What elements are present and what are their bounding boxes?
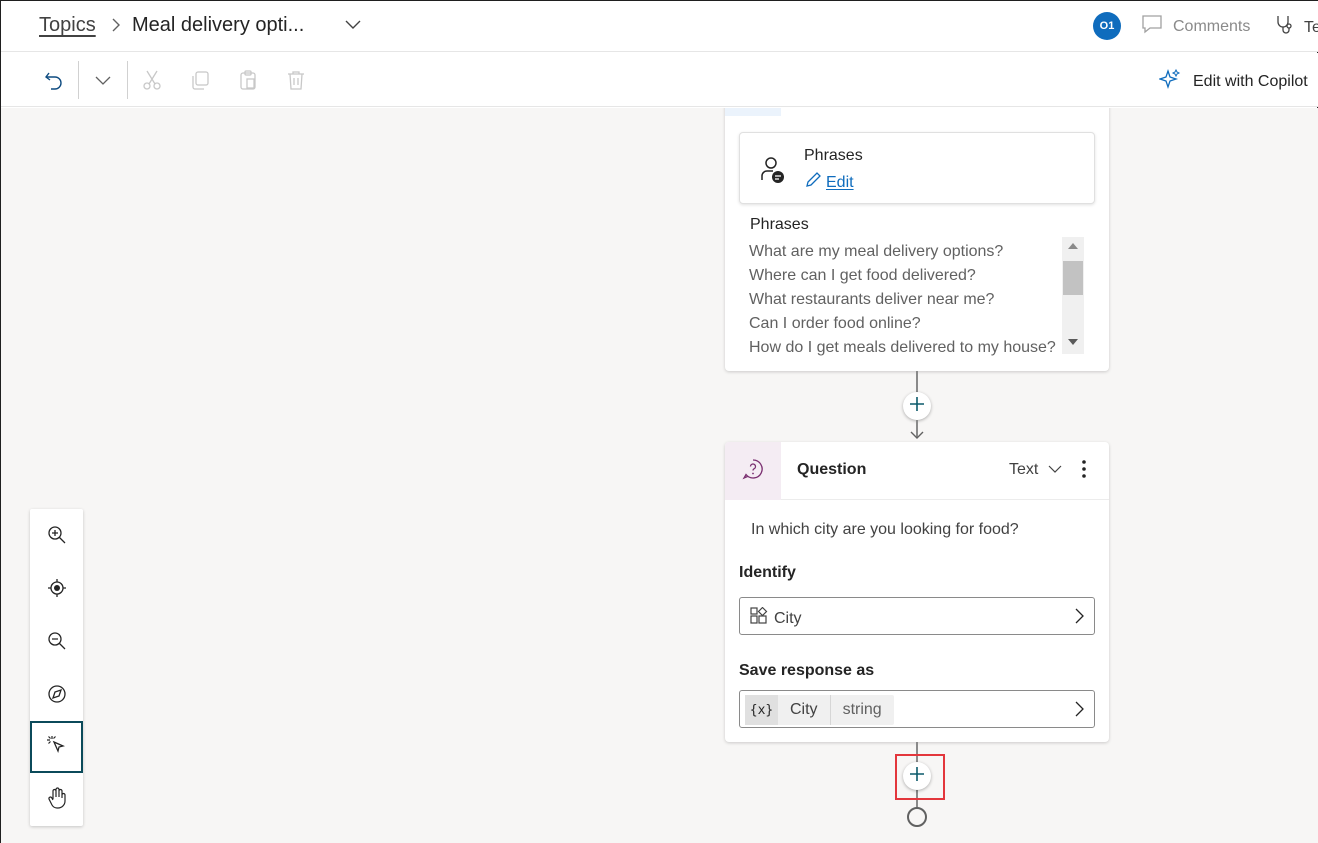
canvas-zoom-toolbar xyxy=(30,509,83,826)
question-title: Question xyxy=(797,461,867,478)
list-item: Can I order food online? xyxy=(749,315,921,332)
undo-icon[interactable] xyxy=(42,68,66,92)
edit-phrases-link[interactable]: Edit xyxy=(804,171,854,194)
comments-button[interactable]: Comments xyxy=(1141,14,1250,39)
question-node-card[interactable]: Question Text In which city are you look… xyxy=(725,442,1109,742)
variable-pill: {x} City string xyxy=(745,695,894,725)
breadcrumb-separator-icon xyxy=(110,17,122,38)
save-response-label: Save response as xyxy=(739,662,875,679)
zoom-out-button[interactable] xyxy=(30,617,83,669)
question-bubble-icon xyxy=(742,458,764,485)
zoom-out-icon xyxy=(47,631,67,656)
chevron-right-icon xyxy=(1074,701,1084,722)
sparkle-icon xyxy=(1157,68,1181,95)
question-icon-container xyxy=(725,442,781,500)
comments-label: Comments xyxy=(1173,17,1251,35)
topic-header: Topics Meal delivery opti... O1 Comments… xyxy=(1,1,1318,52)
zoom-in-button[interactable] xyxy=(30,511,83,563)
plus-icon xyxy=(909,396,925,417)
highlight-box xyxy=(895,754,945,800)
edit-with-copilot-label: Edit with Copilot xyxy=(1193,72,1308,90)
list-item: What are my meal delivery options? xyxy=(749,243,1004,260)
scroll-up-arrow-icon[interactable] xyxy=(1068,243,1078,249)
chevron-down-icon xyxy=(1048,461,1062,479)
chevron-down-icon[interactable] xyxy=(91,68,115,92)
variable-icon: {x} xyxy=(745,695,778,725)
question-type-dropdown[interactable]: Text xyxy=(1009,461,1062,479)
list-item: What restaurants deliver near me? xyxy=(749,291,995,308)
authoring-canvas[interactable]: Phrases Edit Phrases What are my meal de… xyxy=(1,108,1318,843)
variable-type: string xyxy=(842,701,882,718)
question-type-label: Text xyxy=(1009,461,1039,478)
toolbar-divider xyxy=(127,61,128,99)
target-icon xyxy=(47,578,67,603)
phrases-summary-box: Phrases Edit xyxy=(739,132,1095,204)
breadcrumb-topics-link[interactable]: Topics xyxy=(39,14,96,37)
compass-off-icon xyxy=(47,684,67,709)
chevron-right-icon xyxy=(1074,608,1084,629)
topic-dropdown-chevron-icon[interactable] xyxy=(344,17,362,36)
person-chat-icon xyxy=(760,156,786,189)
variable-name: City xyxy=(778,695,831,725)
end-node-circle xyxy=(907,807,927,827)
add-node-button[interactable] xyxy=(903,392,931,420)
identify-entity-field[interactable]: City xyxy=(739,597,1095,635)
hand-icon xyxy=(47,786,67,814)
test-label: Te xyxy=(1304,18,1318,36)
editor-toolbar: Edit with Copilot xyxy=(1,53,1318,107)
scroll-down-arrow-icon[interactable] xyxy=(1068,339,1078,345)
select-mode-button[interactable] xyxy=(30,721,83,773)
copy-icon[interactable] xyxy=(188,68,212,92)
list-item: Where can I get food delivered? xyxy=(749,267,976,284)
phrases-scrollbar[interactable] xyxy=(1062,237,1084,354)
entity-shapes-icon xyxy=(750,606,768,630)
more-options-icon[interactable] xyxy=(1081,459,1087,484)
cut-icon[interactable] xyxy=(140,68,164,92)
minimap-toggle-button[interactable] xyxy=(30,670,83,722)
question-prompt-text[interactable]: In which city are you looking for food? xyxy=(751,521,1019,539)
zoom-in-icon xyxy=(47,525,67,550)
edit-label: Edit xyxy=(826,173,854,191)
edit-with-copilot-button[interactable]: Edit with Copilot xyxy=(1157,68,1308,95)
select-cursor-icon xyxy=(46,734,68,761)
comment-icon xyxy=(1141,14,1163,39)
topic-title: Meal delivery opti... xyxy=(132,14,305,36)
phrases-title: Phrases xyxy=(804,147,863,164)
recenter-button[interactable] xyxy=(30,564,83,616)
phrases-list-label: Phrases xyxy=(750,216,809,233)
save-response-variable-field[interactable]: {x} City string xyxy=(739,690,1095,728)
toolbar-divider xyxy=(78,61,79,99)
test-button[interactable]: Te xyxy=(1274,14,1318,41)
list-item: How do I get meals delivered to my house… xyxy=(749,339,1056,356)
scrollbar-thumb[interactable] xyxy=(1063,261,1083,295)
pan-mode-button[interactable] xyxy=(30,774,83,826)
avatar-initials: O1 xyxy=(1099,20,1115,32)
paste-icon[interactable] xyxy=(236,68,260,92)
question-node-header: Question Text xyxy=(725,442,1109,500)
pencil-icon xyxy=(804,171,822,194)
identify-value: City xyxy=(774,609,802,627)
trigger-header-accent xyxy=(725,108,781,116)
identify-label: Identify xyxy=(739,564,796,581)
trigger-node-card[interactable]: Phrases Edit Phrases What are my meal de… xyxy=(725,108,1109,371)
stethoscope-icon xyxy=(1274,14,1296,41)
avatar[interactable]: O1 xyxy=(1093,12,1121,40)
delete-icon[interactable] xyxy=(284,68,308,92)
phrases-list[interactable]: What are my meal delivery options? Where… xyxy=(749,240,1064,360)
